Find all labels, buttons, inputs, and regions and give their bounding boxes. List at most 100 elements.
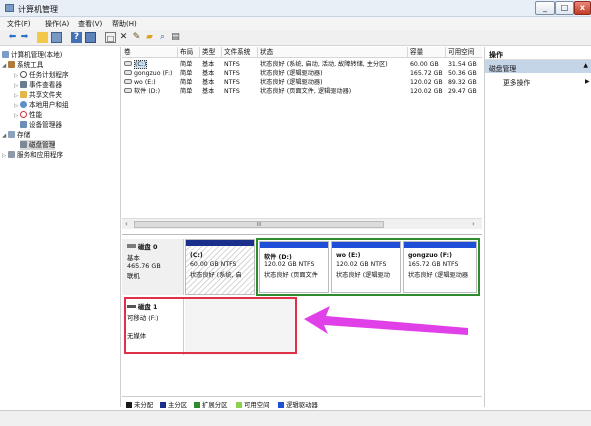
delete-icon[interactable]: ✕ bbox=[118, 32, 129, 43]
volume-free: 89.32 GB bbox=[448, 79, 477, 86]
tree-disk-management[interactable]: 磁盘管理 bbox=[20, 140, 56, 150]
window-title: 计算机管理 bbox=[18, 5, 58, 14]
tree-event-viewer[interactable]: ▷ 事件查看器 bbox=[14, 80, 62, 90]
col-layout[interactable]: 布局 bbox=[178, 47, 200, 58]
volume-layout: 简单 bbox=[180, 88, 193, 95]
partition-size: 165.72 GB NTFS bbox=[408, 261, 459, 268]
partition-size: 120.02 GB NTFS bbox=[336, 261, 387, 268]
forward-arrow-icon[interactable]: ➡ bbox=[19, 32, 30, 43]
computer-icon bbox=[2, 51, 9, 58]
more-actions[interactable]: 更多操作 bbox=[503, 77, 530, 87]
partition-status: 状态良好 (系统, 启 bbox=[190, 272, 242, 279]
minimize-button[interactable]: _ bbox=[535, 1, 555, 15]
volume-status: 状态良好 (逻辑驱动器) bbox=[260, 79, 323, 86]
action-pane-icon[interactable] bbox=[85, 32, 96, 43]
arrow-pointer-icon bbox=[304, 306, 468, 335]
volume-row[interactable]: wo (E:) 简单 基本 NTFS 状态良好 (逻辑驱动器) 120.02 G… bbox=[122, 78, 482, 87]
tree-shared-folders[interactable]: ▷ 共享文件夹 bbox=[14, 90, 62, 100]
connect-icon[interactable]: □ bbox=[105, 32, 116, 43]
back-arrow-icon[interactable]: ⬅ bbox=[7, 32, 18, 43]
volume-free: 50.36 GB bbox=[448, 70, 477, 77]
tree-storage[interactable]: ◢ 存储 bbox=[2, 130, 30, 140]
menu-help[interactable]: 帮助(H) bbox=[112, 19, 137, 29]
menu-view[interactable]: 查看(V) bbox=[78, 19, 102, 29]
logical-drive-bar bbox=[404, 242, 476, 248]
partition-c[interactable]: (C:) 60.00 GB NTFS 状态良好 (系统, 启 bbox=[185, 239, 255, 295]
partition-size: 60.00 GB NTFS bbox=[190, 261, 237, 268]
actions-section[interactable]: 磁盘管理 ▲ bbox=[485, 60, 591, 73]
actions-header: 操作 bbox=[485, 47, 591, 60]
tree-system-tools[interactable]: ◢ 系统工具 bbox=[2, 60, 43, 70]
show-tree-icon[interactable] bbox=[51, 32, 62, 43]
properties-icon[interactable]: ✎ bbox=[131, 32, 142, 43]
menu-file[interactable]: 文件(F) bbox=[7, 19, 31, 29]
legend-swatch bbox=[236, 402, 242, 408]
disk0-type: 基本 bbox=[127, 254, 140, 262]
disk-properties-icon[interactable]: ▤ bbox=[170, 32, 181, 43]
volume-type: 基本 bbox=[202, 79, 215, 86]
volume-list-scrollbar[interactable]: ‹ III › bbox=[122, 218, 482, 229]
open-folder-icon[interactable]: ▰ bbox=[144, 32, 155, 43]
disk0-label[interactable]: 磁盘 0 基本 465.76 GB 联机 bbox=[122, 239, 184, 295]
volume-free: 29.47 GB bbox=[448, 88, 477, 95]
tree-device-manager[interactable]: 设备管理器 bbox=[20, 120, 62, 130]
tree-local-users[interactable]: ▷ 本地用户和组 bbox=[14, 100, 69, 110]
tree-task-scheduler[interactable]: ▷ 任务计划程序 bbox=[14, 70, 69, 80]
scroll-right-icon[interactable]: › bbox=[472, 220, 475, 228]
users-icon bbox=[20, 101, 27, 108]
drive-icon bbox=[124, 61, 132, 66]
services-icon bbox=[8, 151, 15, 158]
partition-name: wo (E:) bbox=[336, 252, 361, 259]
disk0-state: 联机 bbox=[127, 272, 140, 280]
col-capacity[interactable]: 容量 bbox=[408, 47, 446, 58]
volume-name: 软件 (D:) bbox=[134, 88, 161, 95]
computer-management-icon bbox=[5, 4, 14, 12]
status-bar bbox=[0, 410, 591, 426]
maximize-button[interactable]: □ bbox=[555, 1, 574, 15]
menu-bar: 文件(F) 操作(A) 查看(V) 帮助(H) bbox=[0, 17, 591, 30]
disk0-title: 磁盘 0 bbox=[127, 242, 157, 251]
volume-name: (C:) bbox=[134, 60, 148, 69]
col-filesystem[interactable]: 文件系统 bbox=[222, 47, 258, 58]
partition-e[interactable]: wo (E:) 120.02 GB NTFS 状态良好 (逻辑驱动 bbox=[331, 241, 401, 293]
volume-layout: 简单 bbox=[180, 61, 193, 68]
search-icon[interactable]: ⌕ bbox=[157, 32, 168, 43]
partition-d[interactable]: 软件 (D:) 120.02 GB NTFS 状态良好 (页面文件 bbox=[259, 241, 329, 293]
volume-fs: NTFS bbox=[224, 61, 240, 68]
logical-drive-bar bbox=[332, 242, 400, 248]
shared-folder-icon bbox=[20, 91, 27, 98]
folder-up-icon[interactable] bbox=[37, 32, 48, 43]
volume-row[interactable]: gongzuo (F:) 简单 基本 NTFS 状态良好 (逻辑驱动器) 165… bbox=[122, 69, 482, 78]
partition-status: 状态良好 (逻辑驱动 bbox=[336, 272, 390, 279]
col-type[interactable]: 类型 bbox=[200, 47, 222, 58]
volume-list-header: 卷 布局 类型 文件系统 状态 容量 可用空间 bbox=[122, 47, 482, 58]
col-free-space[interactable]: 可用空间 bbox=[446, 47, 482, 58]
scroll-thumb[interactable]: III bbox=[134, 221, 384, 228]
volume-name: gongzuo (F:) bbox=[134, 70, 173, 77]
legend-extended: 扩展分区 bbox=[194, 400, 228, 409]
submenu-arrow-icon: ▶ bbox=[585, 78, 590, 85]
volume-status: 状态良好 (系统, 启动, 活动, 故障转储, 主分区) bbox=[260, 61, 388, 68]
help-icon[interactable]: ? bbox=[71, 32, 82, 43]
title-bar: 计算机管理 _ □ x bbox=[0, 0, 591, 17]
partition-f[interactable]: gongzuo (F:) 165.72 GB NTFS 状态良好 (逻辑驱动器 bbox=[403, 241, 477, 293]
menu-action[interactable]: 操作(A) bbox=[45, 19, 69, 29]
toolbar: ⬅ ➡ ? □ ✕ ✎ ▰ ⌕ ▤ bbox=[0, 30, 591, 46]
volume-row[interactable]: (C:) 简单 基本 NTFS 状态良好 (系统, 启动, 活动, 故障转储, … bbox=[122, 60, 482, 69]
partition-status: 状态良好 (逻辑驱动器 bbox=[408, 272, 469, 279]
col-volume[interactable]: 卷 bbox=[122, 47, 178, 58]
volume-capacity: 120.02 GB bbox=[410, 79, 443, 86]
tree-performance[interactable]: ▷ 性能 bbox=[14, 110, 42, 120]
storage-icon bbox=[8, 131, 15, 138]
col-status[interactable]: 状态 bbox=[258, 47, 408, 58]
tree-root[interactable]: 计算机管理(本地) bbox=[2, 50, 62, 60]
drive-icon bbox=[124, 79, 132, 84]
disk0-size: 465.76 GB bbox=[127, 262, 161, 270]
close-button[interactable]: x bbox=[574, 1, 591, 15]
volume-row[interactable]: 软件 (D:) 简单 基本 NTFS 状态良好 (页面文件, 逻辑驱动器) 12… bbox=[122, 87, 482, 96]
scroll-left-icon[interactable]: ‹ bbox=[125, 220, 128, 228]
partition-size: 120.02 GB NTFS bbox=[264, 261, 315, 268]
tree-services-apps[interactable]: ▷ 服务和应用程序 bbox=[2, 150, 63, 160]
collapse-up-icon[interactable]: ▲ bbox=[583, 62, 588, 69]
volume-type: 基本 bbox=[202, 88, 215, 95]
